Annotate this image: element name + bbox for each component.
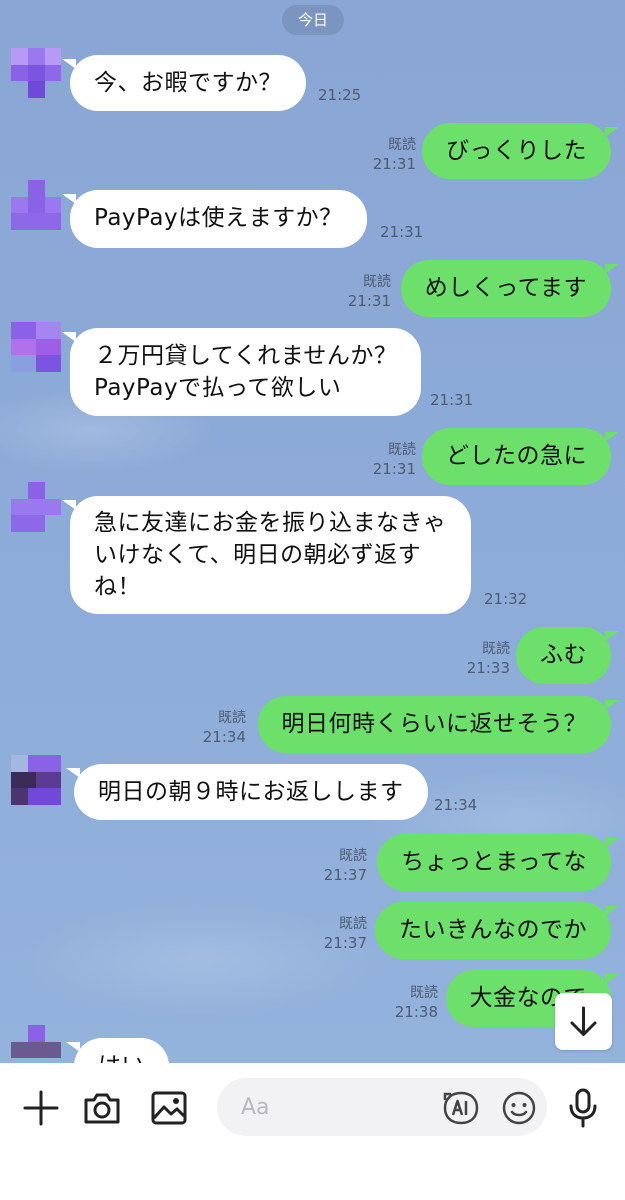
message-meta: 既読 21:31 <box>366 136 416 174</box>
message-meta: 既読 21:37 <box>317 915 367 953</box>
read-receipt: 既読 <box>388 137 416 153</box>
read-receipt: 既読 <box>482 641 510 657</box>
message-time: 21:37 <box>323 934 367 952</box>
outgoing-message[interactable]: たいきんなのでか <box>375 902 619 959</box>
avatar[interactable] <box>11 180 61 230</box>
message-text: 明日の朝９時にお返しします <box>98 779 404 805</box>
microphone-icon[interactable] <box>566 1087 600 1129</box>
message-text: どしたの急に <box>446 443 587 469</box>
incoming-message[interactable]: ２万円貸してくれませんか？ PayPayで払って欲しい <box>61 328 422 416</box>
message-meta: 既読 21:31 <box>366 441 416 479</box>
incoming-message[interactable]: 明日の朝９時にお返しします <box>66 764 428 820</box>
message-text: いけなくて、明日の朝必ず返す <box>94 542 422 568</box>
read-receipt: 既読 <box>410 985 438 1001</box>
message-time: 21:32 <box>484 590 528 608</box>
message-text: ２万円貸してくれませんか？ <box>94 343 398 369</box>
read-receipt: 既読 <box>339 916 367 932</box>
message-text: PayPayは使えますか？ <box>94 205 343 231</box>
camera-icon[interactable] <box>82 1088 122 1128</box>
message-time: 21:31 <box>372 155 416 173</box>
avatar[interactable] <box>11 48 61 98</box>
message-input[interactable] <box>217 1078 547 1136</box>
message-time: 21:31 <box>430 391 474 409</box>
message-text: ね！ <box>94 574 141 600</box>
incoming-message[interactable]: PayPayは使えますか？ <box>62 190 367 248</box>
outgoing-message[interactable]: びっくりした <box>422 123 619 179</box>
read-receipt: 既読 <box>339 848 367 864</box>
incoming-message[interactable]: はい <box>66 1038 169 1063</box>
avatar[interactable] <box>11 482 61 532</box>
outgoing-message[interactable]: どしたの急に <box>422 428 619 485</box>
read-receipt: 既読 <box>363 274 391 290</box>
avatar[interactable] <box>11 1025 61 1063</box>
message-meta: 既読 21:37 <box>317 847 367 885</box>
date-separator: 今日 <box>282 5 344 35</box>
message-time: 21:31 <box>380 223 424 241</box>
message-time: 21:38 <box>394 1003 438 1021</box>
message-meta: 既読 21:33 <box>460 640 510 678</box>
outgoing-message[interactable]: ふむ <box>516 627 619 684</box>
arrow-down-icon <box>570 1006 597 1036</box>
outgoing-message[interactable]: ちょっとまってな <box>377 834 619 891</box>
message-text: びっくりした <box>446 138 587 164</box>
message-text: めしくってます <box>424 275 587 301</box>
emoji-icon[interactable] <box>500 1089 538 1127</box>
message-meta: 既読 21:31 <box>341 273 391 311</box>
message-text: ちょっとまってな <box>401 849 587 875</box>
chat-area[interactable]: 今日 今、お暇ですか？ 21:25 既読 21:31 びっくりした PayPay… <box>0 0 625 1063</box>
message-time: 21:34 <box>434 796 478 814</box>
message-input-bar <box>0 1063 625 1200</box>
outgoing-message[interactable]: めしくってます <box>400 260 620 317</box>
message-time: 21:31 <box>347 292 391 310</box>
message-text: PayPayで払って欲しい <box>94 375 342 401</box>
message-text: 明日何時くらいに返せそう？ <box>281 711 587 737</box>
message-text: 今、お暇ですか？ <box>94 70 282 96</box>
message-time: 21:34 <box>202 728 246 746</box>
avatar[interactable] <box>11 322 61 372</box>
message-time: 21:25 <box>318 86 362 104</box>
ai-icon[interactable] <box>442 1090 480 1126</box>
message-meta: 既読 21:34 <box>196 709 246 747</box>
scroll-to-bottom-button[interactable] <box>555 993 612 1050</box>
incoming-message[interactable]: 今、お暇ですか？ <box>62 55 306 111</box>
message-text: ふむ <box>540 642 587 668</box>
read-receipt: 既読 <box>218 710 246 726</box>
message-meta: 既読 21:38 <box>388 984 438 1022</box>
outgoing-message[interactable]: 明日何時くらいに返せそう？ <box>257 696 619 753</box>
message-text: はい <box>98 1050 145 1063</box>
image-icon[interactable] <box>149 1088 189 1128</box>
plus-icon[interactable] <box>21 1088 61 1128</box>
message-time: 21:31 <box>372 460 416 478</box>
message-text: 急に友達にお金を振り込まなきゃ <box>94 510 447 536</box>
message-time: 21:33 <box>466 659 510 677</box>
avatar[interactable] <box>11 755 61 805</box>
incoming-message[interactable]: 急に友達にお金を振り込まなきゃ いけなくて、明日の朝必ず返す ね！ <box>62 496 471 614</box>
read-receipt: 既読 <box>388 442 416 458</box>
message-text: たいきんなのでか <box>399 917 587 943</box>
message-time: 21:37 <box>323 866 367 884</box>
